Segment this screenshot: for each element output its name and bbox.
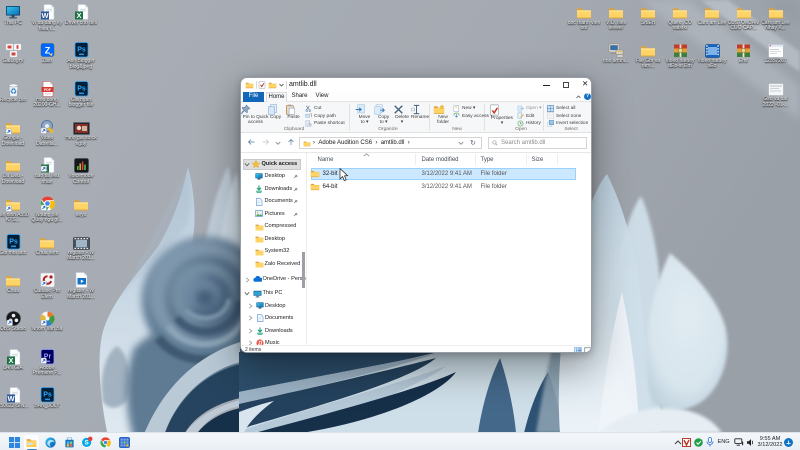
svg-text:♻: ♻ — [9, 87, 16, 96]
svg-text:Ps: Ps — [77, 47, 86, 54]
svg-text:X: X — [76, 11, 81, 20]
svg-text:PDF: PDF — [43, 88, 51, 92]
svg-text:Ps: Ps — [77, 85, 86, 92]
svg-text:Z: Z — [44, 46, 50, 56]
svg-text:W: W — [41, 11, 49, 20]
svg-text:Ps: Ps — [9, 238, 18, 245]
svg-text:X: X — [8, 356, 13, 365]
svg-text:Ps: Ps — [43, 392, 52, 399]
svg-text:W: W — [7, 394, 15, 403]
svg-text:S: S — [85, 440, 89, 447]
